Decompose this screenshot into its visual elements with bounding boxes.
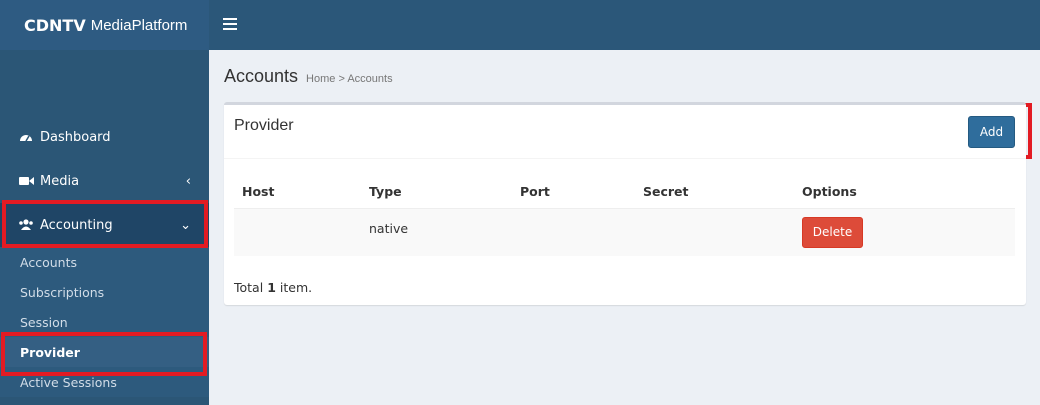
add-button[interactable]: Add [968,116,1015,148]
submenu-item-session[interactable]: Session [0,307,209,337]
sidebar-item-label: Media [40,173,80,189]
submenu-item-subscriptions[interactable]: Subscriptions [0,277,209,307]
column-header-host[interactable]: Host [234,175,361,209]
column-header-secret[interactable]: Secret [635,175,794,209]
box-header: Provider Add [224,105,1026,159]
hamburger-icon[interactable] [223,18,237,30]
cell-secret [635,208,794,256]
summary-suffix: item. [279,280,313,295]
table-row: native Delete [234,208,1015,256]
summary-count: 1 [267,280,276,295]
provider-box: Provider Add Host Type Port Secret Optio… [224,102,1026,305]
dashboard-icon [18,131,34,143]
submenu-item-accounts[interactable]: Accounts [0,247,209,277]
summary-prefix: Total [234,280,264,295]
sidebar-item-dashboard[interactable]: Dashboard [0,115,209,159]
cell-options: Delete [794,208,1015,256]
video-camera-icon [18,176,34,186]
chevron-left-icon: ‹ [185,173,191,189]
table-summary: Total 1 item. [234,280,312,295]
box-title: Provider [234,117,294,134]
provider-table: Host Type Port Secret Options native Del… [234,175,1015,256]
column-header-type[interactable]: Type [361,175,512,209]
page-title: Accounts [224,66,299,86]
brand-logo[interactable]: CDNTV MediaPlatform [0,0,209,50]
chevron-down-icon: ⌄ [180,217,191,233]
top-navbar [209,0,1040,50]
content-header: Accounts Home > Accounts [224,66,393,87]
delete-button[interactable]: Delete [802,216,863,248]
table-header-row: Host Type Port Secret Options [234,175,1015,209]
submenu-item-active-sessions[interactable]: Active Sessions [0,367,209,397]
sidebar-item-accounting[interactable]: Accounting ⌄ [0,203,209,247]
users-icon [18,219,34,231]
sidebar-item-media[interactable]: Media ‹ [0,159,209,203]
column-header-options: Options [794,175,1015,209]
cell-type: native [361,208,512,256]
brand-bold: CDNTV [24,15,86,35]
sidebar-item-label: Accounting [40,217,113,233]
cell-host [234,208,361,256]
accounting-submenu: Accounts Subscriptions Session Provider … [0,247,209,397]
breadcrumb[interactable]: Home > Accounts [306,73,393,85]
sidebar-item-label: Dashboard [40,129,111,145]
submenu-item-provider[interactable]: Provider [0,337,209,367]
cell-port [512,208,635,256]
sidebar: Dashboard Media ‹ Accounting ⌄ Accounts … [0,50,209,405]
column-header-port[interactable]: Port [512,175,635,209]
brand-rest: MediaPlatform [90,16,188,34]
